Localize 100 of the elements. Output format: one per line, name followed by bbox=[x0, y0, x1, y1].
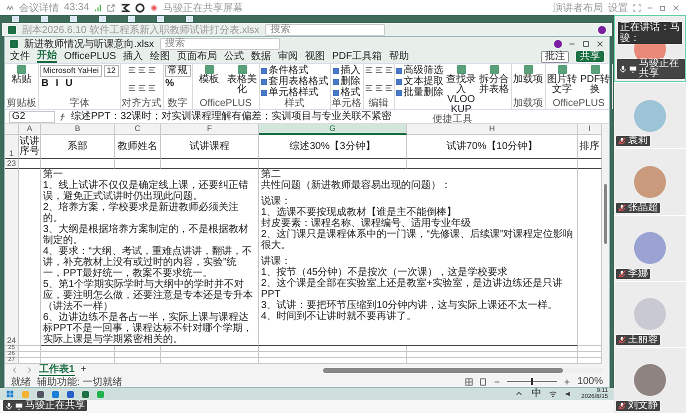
menu-tab[interactable]: 绘图 bbox=[150, 51, 170, 62]
meeting-duration: 43:34 bbox=[64, 2, 90, 13]
search-field[interactable]: 搜索 bbox=[160, 38, 280, 50]
menu-tab[interactable]: 帮助 bbox=[389, 51, 410, 62]
maximize-icon[interactable] bbox=[582, 40, 590, 48]
accessibility-status[interactable]: 辅助功能: 一切就绪 bbox=[37, 374, 123, 388]
ribbon-button[interactable]: 文本提取 bbox=[396, 76, 444, 87]
ribbon-button[interactable]: 模板 bbox=[194, 65, 225, 85]
lines-icon[interactable] bbox=[364, 84, 373, 92]
lines-icon[interactable] bbox=[148, 66, 156, 74]
ribbon-button[interactable]: 高级筛选 bbox=[396, 65, 444, 76]
ribbon-button[interactable]: 拆分合并表格 bbox=[478, 65, 510, 95]
wifi-icon[interactable] bbox=[549, 390, 558, 398]
zoom-slider-thumb[interactable] bbox=[531, 378, 534, 385]
add-sheet-button[interactable]: + bbox=[80, 365, 86, 375]
app-icon[interactable] bbox=[82, 390, 89, 398]
fullscreen-icon[interactable] bbox=[633, 4, 641, 12]
avatar-icon[interactable] bbox=[554, 40, 562, 48]
table-cell: 试讲序号 bbox=[19, 135, 41, 159]
input-method-indicator[interactable]: 中 bbox=[531, 389, 542, 399]
ribbon-button[interactable]: 加载项 bbox=[512, 65, 544, 85]
ribbon-button[interactable]: 套用表格格式 bbox=[260, 76, 329, 87]
dropdown-field[interactable]: 12 bbox=[104, 65, 119, 77]
external-link-icon[interactable] bbox=[107, 4, 116, 12]
ribbon-button[interactable]: 表格美化 bbox=[226, 65, 258, 95]
menu-tab[interactable]: 页面布局 bbox=[177, 51, 218, 62]
lines-icon[interactable] bbox=[138, 84, 146, 92]
lines-icon[interactable] bbox=[364, 66, 373, 74]
scrollbar[interactable] bbox=[602, 124, 609, 364]
restore-icon[interactable] bbox=[659, 4, 667, 12]
formula-field[interactable]: 综述PPT：32课时；对实训课程理解有偏差；实训项目与专业关联不紧密 bbox=[71, 112, 392, 122]
ribbon-button[interactable]: 批量删除 bbox=[396, 87, 444, 98]
chevron-up-icon[interactable] bbox=[515, 390, 524, 398]
column-header[interactable]: C bbox=[115, 124, 161, 135]
participant-tile[interactable]: 袁莉 bbox=[614, 83, 686, 148]
menu-tab[interactable]: PDF工具箱 bbox=[332, 51, 382, 62]
row-header[interactable]: 24 bbox=[5, 169, 19, 346]
participant-tile[interactable]: 正在讲话：马骏： 马骏正在共享 bbox=[614, 15, 686, 82]
scrollbar[interactable] bbox=[323, 368, 603, 372]
menu-tab[interactable]: 审阅 bbox=[278, 51, 298, 62]
next-sheet-icon[interactable] bbox=[25, 366, 33, 374]
format-button[interactable]: % bbox=[164, 79, 175, 89]
ribbon-button[interactable]: 格式 bbox=[332, 87, 361, 98]
lines-icon[interactable] bbox=[148, 84, 156, 92]
ribbon-button[interactable]: 图片转文字 bbox=[546, 65, 578, 95]
menu-tab[interactable]: 视图 bbox=[305, 51, 326, 62]
column-header[interactable]: A bbox=[19, 124, 41, 135]
function-icon[interactable] bbox=[59, 112, 67, 120]
lines-icon[interactable] bbox=[374, 66, 383, 74]
close-icon[interactable] bbox=[672, 4, 680, 12]
prev-sheet-icon[interactable] bbox=[11, 366, 19, 374]
ribbon-button[interactable]: 删除 bbox=[332, 76, 361, 87]
dropdown-field[interactable]: Microsoft YaHei bbox=[40, 65, 102, 77]
format-button[interactable]: I bbox=[52, 79, 62, 89]
plus-icon[interactable] bbox=[563, 378, 572, 386]
menu-tab[interactable]: 插入 bbox=[123, 51, 144, 62]
column-header[interactable]: H bbox=[407, 124, 578, 135]
ribbon-button[interactable]: 插入 bbox=[332, 65, 361, 76]
search-field[interactable]: 搜索 bbox=[265, 24, 386, 36]
row-header[interactable]: 1 bbox=[5, 135, 19, 159]
lines-icon[interactable] bbox=[128, 84, 136, 92]
participant-tile[interactable]: 张晶超 bbox=[614, 149, 686, 215]
lines-icon[interactable] bbox=[384, 66, 393, 74]
ribbon-button[interactable]: 查找录入VLOOKUP bbox=[446, 65, 477, 115]
format-button[interactable]: U bbox=[64, 79, 74, 89]
menu-tab[interactable]: 数据 bbox=[251, 51, 272, 62]
participant-name: 张晶超 bbox=[628, 202, 658, 213]
format-button[interactable]: B bbox=[40, 79, 50, 89]
lines-icon[interactable] bbox=[138, 66, 146, 74]
menu-tab[interactable]: 公式 bbox=[224, 51, 244, 62]
participant-tile[interactable]: 刘文静 bbox=[614, 348, 686, 413]
ribbon-button[interactable]: 粘贴 bbox=[6, 65, 37, 85]
group-label: 单元格 bbox=[332, 99, 362, 109]
page-view-icon[interactable] bbox=[479, 378, 488, 386]
app-icon[interactable] bbox=[52, 390, 59, 398]
app-icon[interactable] bbox=[37, 390, 44, 398]
dropdown-field[interactable]: 常规 bbox=[164, 65, 191, 77]
row-header[interactable]: 23 bbox=[5, 159, 19, 169]
avatar-icon[interactable] bbox=[598, 26, 606, 34]
participant-tile[interactable]: 王丽蓉 bbox=[614, 282, 686, 347]
column-header[interactable]: B bbox=[41, 124, 115, 135]
ribbon-button[interactable]: PDF转换 bbox=[580, 65, 611, 95]
comment-button[interactable]: 批注 bbox=[541, 50, 569, 62]
windows-start-icon[interactable] bbox=[6, 390, 14, 398]
column-header[interactable]: G bbox=[259, 124, 407, 135]
participant-tile[interactable]: 李娜 bbox=[614, 216, 686, 281]
lines-icon[interactable] bbox=[384, 84, 393, 92]
ribbon-button[interactable]: 条件格式 bbox=[260, 65, 329, 76]
lines-icon[interactable] bbox=[128, 66, 136, 74]
ribbon-button[interactable]: 单元格样式 bbox=[260, 87, 329, 98]
share-button[interactable]: 共享 bbox=[576, 51, 604, 62]
menu-tab[interactable]: OfficePLUS bbox=[64, 51, 116, 62]
column-header[interactable]: I bbox=[578, 124, 602, 135]
lines-icon[interactable] bbox=[374, 84, 383, 92]
name-box[interactable]: G2 bbox=[9, 110, 55, 122]
app-icon[interactable] bbox=[67, 390, 74, 398]
column-header[interactable]: F bbox=[161, 124, 259, 135]
close-icon[interactable] bbox=[596, 40, 604, 48]
grid-view-icon[interactable] bbox=[465, 378, 474, 386]
menu-tab[interactable]: 文件 bbox=[10, 51, 30, 62]
